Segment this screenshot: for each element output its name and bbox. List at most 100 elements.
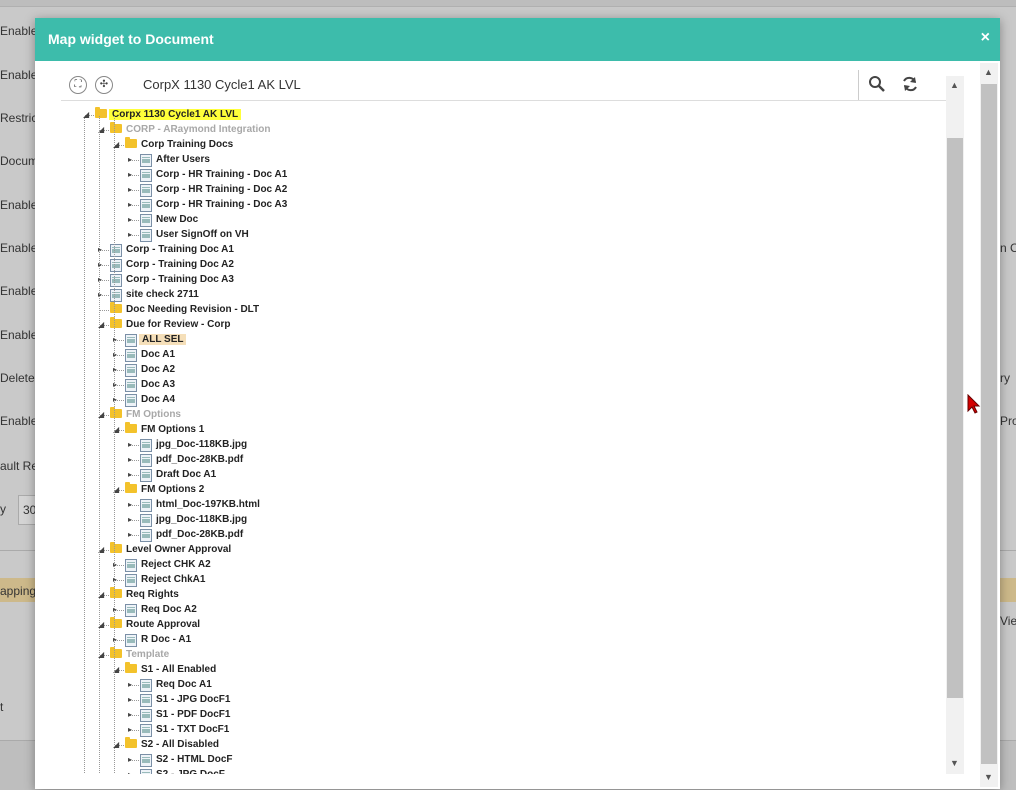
bg-label: Restric: [0, 111, 38, 125]
search-icon[interactable]: [867, 74, 887, 94]
close-icon[interactable]: ×: [981, 29, 990, 47]
collapse-all-icon[interactable]: ✣: [95, 76, 113, 94]
folder-icon: [95, 107, 107, 118]
document-icon: [140, 229, 152, 242]
scroll-down-arrow-icon[interactable]: ▼: [950, 758, 959, 768]
expand-arrow-icon[interactable]: ▸: [128, 755, 132, 764]
document-icon: [140, 769, 152, 774]
expand-arrow-icon[interactable]: ▸: [128, 470, 132, 479]
toolbar-separator: [858, 70, 859, 100]
expand-arrow-icon[interactable]: ▸: [128, 440, 132, 449]
expand-arrow-icon[interactable]: ▸: [128, 155, 132, 164]
tree-node-label: Req Rights: [126, 589, 179, 600]
tree-root-title: CorpX 1130 Cycle1 AK LVL: [143, 77, 301, 92]
document-icon: [140, 199, 152, 212]
expand-arrow-icon[interactable]: ▸: [128, 170, 132, 179]
refresh-icon[interactable]: [900, 74, 920, 94]
tree-node-label: Corp - Training Doc A2: [126, 259, 234, 270]
bg-right-label: ry: [1000, 371, 1010, 385]
dialog-scrollbar-thumb[interactable]: [981, 84, 997, 764]
tree-node-label: FM Options 2: [141, 484, 205, 495]
tree-node-label: Template: [126, 649, 170, 660]
tree-node-label: FM Options 1: [141, 424, 205, 435]
expand-all-icon[interactable]: ⛶: [69, 76, 87, 94]
dialog-scroll-up-arrow-icon[interactable]: ▲: [984, 67, 993, 77]
folder-icon: [125, 422, 137, 433]
document-icon: [110, 244, 122, 257]
expand-arrow-icon[interactable]: ▸: [128, 680, 132, 689]
tree-node-label: Reject ChkA1: [141, 574, 206, 585]
expand-arrow-icon[interactable]: ▸: [128, 770, 132, 774]
bg-label: Docum: [0, 154, 39, 168]
tree-node-label: Corp - HR Training - Doc A3: [156, 199, 288, 210]
document-icon: [125, 574, 137, 587]
bg-right-label: Vie: [1000, 614, 1016, 628]
document-icon: [140, 454, 152, 467]
document-icon: [110, 259, 122, 272]
document-icon: [140, 754, 152, 767]
document-icon: [125, 334, 137, 347]
tree-node-label: S1 - PDF DocF1: [156, 709, 231, 720]
expand-arrow-icon[interactable]: ▸: [128, 515, 132, 524]
tree-node-label: html_Doc-197KB.html: [156, 499, 260, 510]
tree-node-label: S1 - All Enabled: [141, 664, 217, 675]
document-icon: [140, 439, 152, 452]
bg-label: Enable: [0, 241, 38, 255]
dialog-title: Map widget to Document: [48, 31, 214, 47]
document-icon: [140, 469, 152, 482]
document-icon: [140, 214, 152, 227]
bg-label: Enable: [0, 328, 38, 342]
scroll-up-arrow-icon[interactable]: ▲: [950, 80, 959, 90]
document-icon: [110, 289, 122, 302]
expand-arrow-icon[interactable]: ▸: [128, 710, 132, 719]
tree-toolbar: ⛶ ✣ CorpX 1130 Cycle1 AK LVL: [61, 70, 957, 101]
folder-icon: [125, 662, 137, 673]
bg-right-label: n Ch: [1000, 241, 1016, 255]
folder-icon: [125, 137, 137, 148]
expand-arrow-icon[interactable]: ▸: [128, 725, 132, 734]
document-icon: [140, 154, 152, 167]
document-icon: [140, 724, 152, 737]
expand-arrow-icon[interactable]: ▸: [128, 230, 132, 239]
background-topbar: [0, 0, 1016, 7]
expand-arrow-icon[interactable]: ▸: [128, 530, 132, 539]
document-icon: [140, 709, 152, 722]
document-icon: [140, 679, 152, 692]
tree-node-label: R Doc - A1: [141, 634, 192, 645]
document-icon: [125, 604, 137, 617]
tree-node-label: Doc A3: [141, 379, 176, 390]
bg-label: Delete: [0, 371, 35, 385]
tree-guide-line: [99, 116, 100, 774]
tree-node-label: Reject CHK A2: [141, 559, 211, 570]
dialog-scroll-down-arrow-icon[interactable]: ▼: [984, 772, 993, 782]
expand-arrow-icon[interactable]: ▸: [128, 500, 132, 509]
bg-label: ault Re: [0, 459, 39, 473]
document-tree: ◢ Corpx 1130 Cycle1 AK LVL ◢ CORP - ARaymon…: [61, 104, 941, 774]
expand-arrow-icon[interactable]: ▸: [128, 695, 132, 704]
tree-node-label: Corp - HR Training - Doc A1: [156, 169, 288, 180]
dialog-header: Map widget to Document ×: [35, 18, 1000, 61]
tree-node-label: Route Approval: [126, 619, 201, 630]
tree-node-label: S2 - All Disabled: [141, 739, 219, 750]
bg-label: Enable: [0, 414, 38, 428]
tree-node-label: Corpx 1130 Cycle1 AK LVL: [109, 109, 242, 120]
folder-icon: [110, 122, 122, 133]
folder-icon: [110, 542, 122, 553]
tree-node-label: User SignOff on VH: [156, 229, 249, 240]
document-icon: [110, 274, 122, 287]
document-icon: [125, 364, 137, 377]
expand-arrow-icon[interactable]: ▸: [128, 185, 132, 194]
expand-arrow-icon[interactable]: ▸: [128, 455, 132, 464]
expand-arrow-icon[interactable]: ▸: [128, 200, 132, 209]
expand-arrow-icon[interactable]: ▸: [128, 215, 132, 224]
bg-right-label: Pro: [1000, 414, 1016, 428]
tree-node-label: jpg_Doc-118KB.jpg: [156, 514, 248, 525]
bg-label: Enable: [0, 284, 38, 298]
tree-guide-line: [84, 116, 85, 774]
tree-scrollbar-thumb[interactable]: [947, 138, 963, 698]
bg-label: Enable: [0, 24, 38, 38]
document-icon: [125, 559, 137, 572]
tree-node-label: Level Owner Approval: [126, 544, 232, 555]
tree-connector: [100, 310, 109, 311]
tree-node-label: S2 - HTML DocF: [156, 754, 233, 765]
